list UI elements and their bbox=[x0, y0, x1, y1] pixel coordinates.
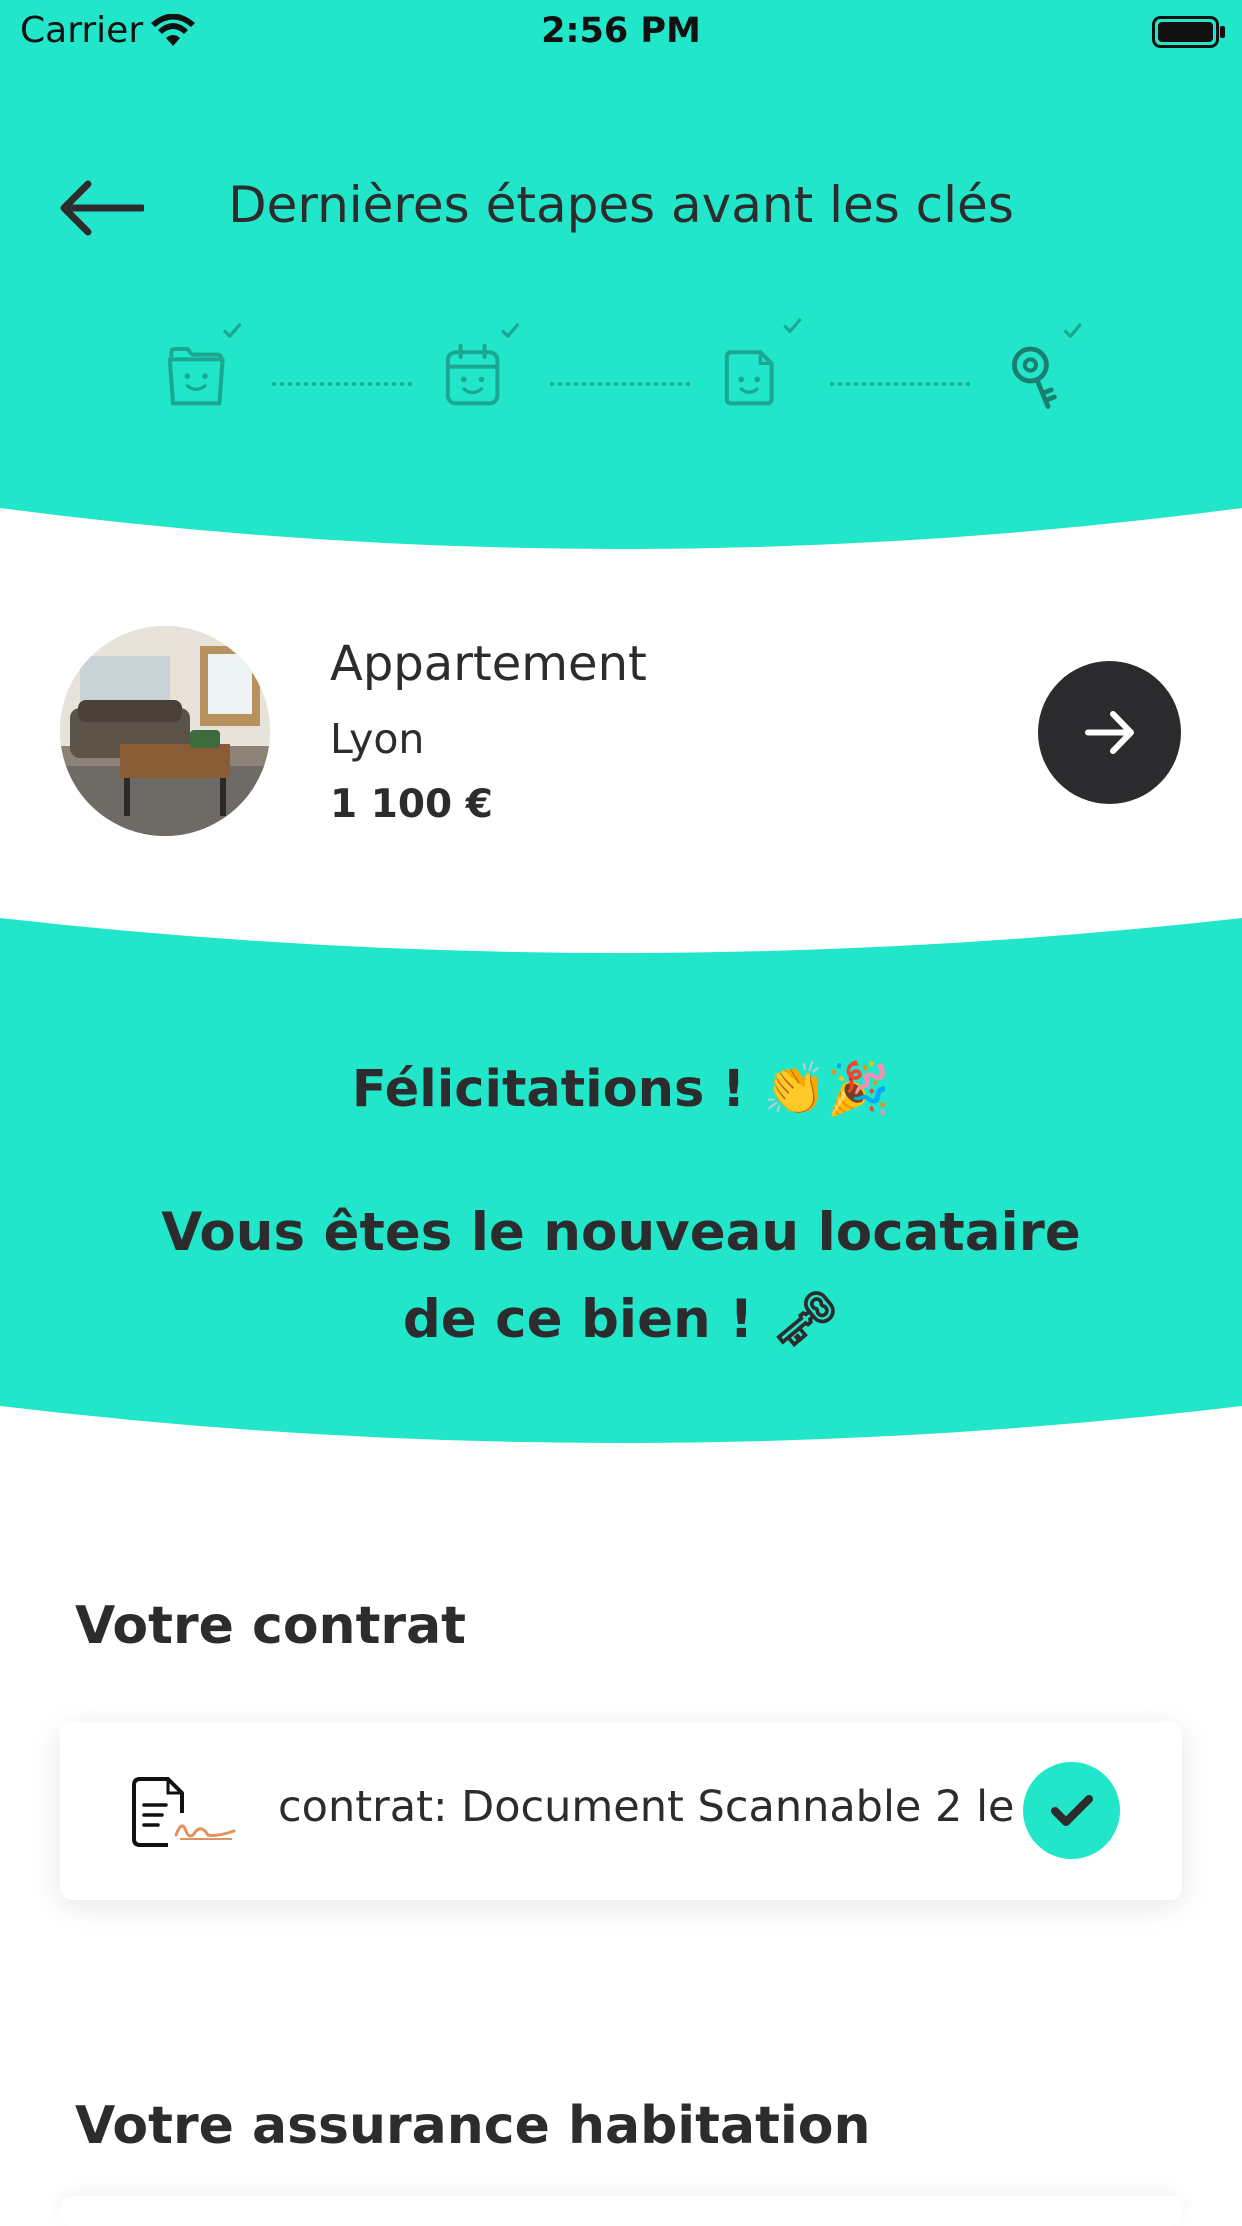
header-background bbox=[0, 0, 1242, 549]
folder-smile-icon bbox=[167, 323, 241, 406]
arrow-right-icon bbox=[1085, 711, 1134, 754]
congrats-message-line2: de ce bien ! 🗝 bbox=[402, 1289, 840, 1350]
battery-icon bbox=[1152, 16, 1225, 48]
document-smile-icon bbox=[724, 318, 802, 406]
congrats-background bbox=[0, 918, 1242, 1443]
contract-status-badge bbox=[1023, 1762, 1120, 1859]
step-connector bbox=[272, 382, 412, 390]
step-connector bbox=[550, 382, 690, 390]
contract-document-label: contrat: Document Scannable 2 le 14/ bbox=[278, 1782, 1028, 1832]
property-detail-button[interactable] bbox=[1038, 661, 1181, 804]
status-time: 2:56 PM bbox=[541, 11, 701, 51]
check-icon bbox=[1051, 1795, 1093, 1826]
congrats-title: Félicitations ! 👏🎉 bbox=[351, 1060, 891, 1119]
property-price: 1 100 € bbox=[330, 782, 493, 827]
key-icon bbox=[1012, 323, 1082, 409]
property-city: Lyon bbox=[330, 715, 425, 763]
insurance-section-heading: Votre assurance habitation bbox=[75, 2096, 871, 2156]
signed-document-icon bbox=[132, 1777, 236, 1847]
contract-section-heading: Votre contrat bbox=[75, 1596, 467, 1656]
insurance-card[interactable] bbox=[60, 2196, 1182, 2226]
page-title: Dernières étapes avant les clés bbox=[228, 176, 1014, 234]
step-connector bbox=[830, 382, 970, 390]
congrats-message-line1: Vous êtes le nouveau locataire bbox=[161, 1202, 1081, 1263]
property-photo bbox=[60, 626, 270, 836]
property-type: Appartement bbox=[330, 636, 647, 692]
calendar-smile-icon bbox=[445, 323, 519, 406]
